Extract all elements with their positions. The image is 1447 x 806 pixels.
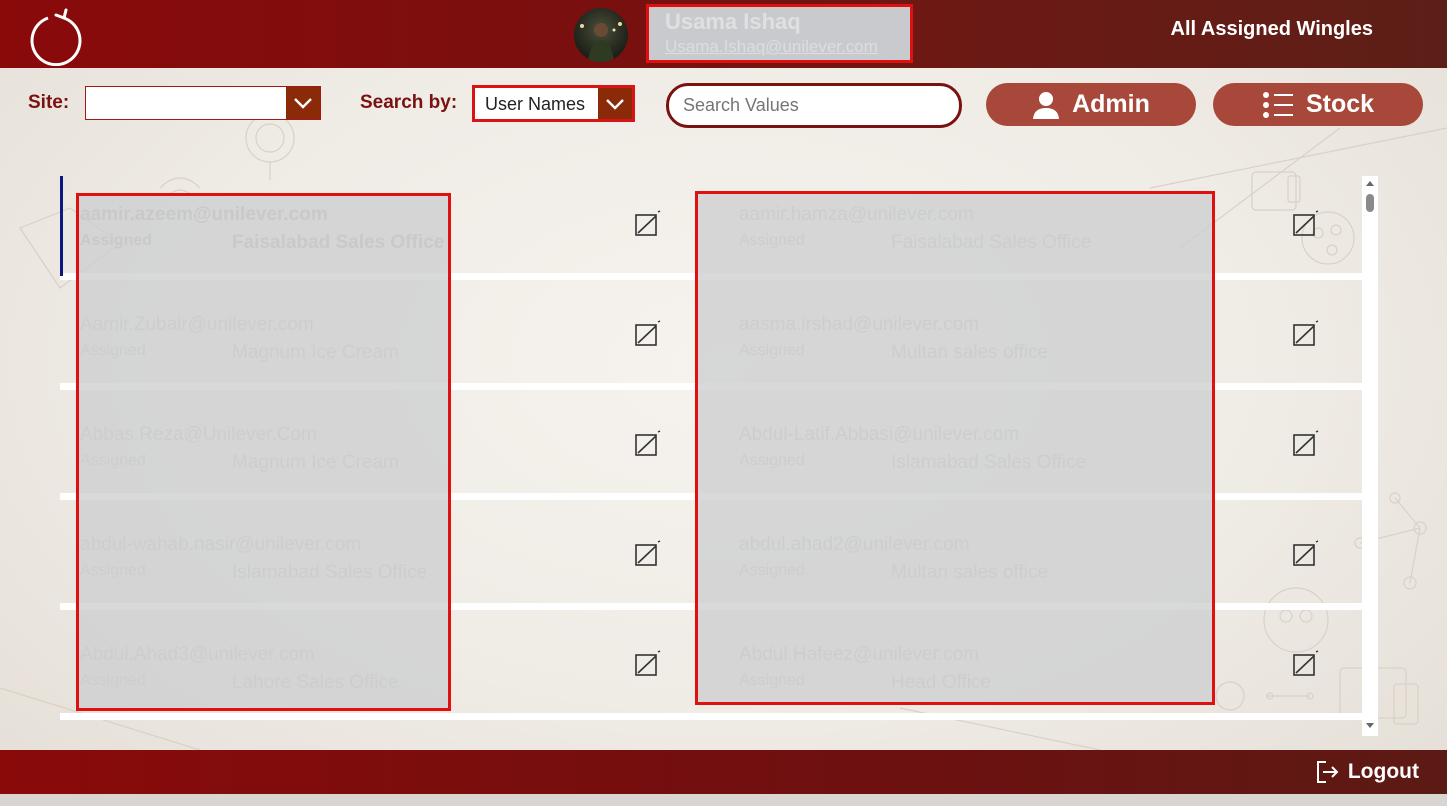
user-icon: [1033, 91, 1060, 119]
edit-icon[interactable]: [634, 430, 662, 458]
search-by-dropdown[interactable]: User Names: [472, 85, 635, 122]
site-label: Site:: [28, 92, 70, 113]
site-dropdown[interactable]: [85, 86, 321, 120]
assignment-status: Assigned: [80, 342, 146, 359]
chevron-down-icon[interactable]: [286, 87, 320, 119]
bottom-strip: [0, 794, 1447, 806]
logout-icon: [1316, 761, 1339, 783]
refresh-icon[interactable]: [26, 6, 86, 66]
logout-button[interactable]: Logout: [1314, 759, 1419, 785]
admin-button[interactable]: Admin: [986, 83, 1196, 126]
search-by-label: Search by:: [360, 92, 458, 113]
user-email-text: abdul-wahab.nasir@unilever.com: [80, 534, 362, 555]
office-name: Faisalabad Sales Office: [232, 232, 445, 253]
assignment-status: Assigned: [80, 672, 146, 689]
office-name: Islamabad Sales Office: [232, 562, 428, 583]
stock-button[interactable]: Stock: [1213, 83, 1423, 126]
user-email-text: aamir.hamza@unilever.com: [739, 204, 974, 225]
office-name: Multan sales office: [891, 342, 1049, 363]
user-email-text: aasma.irshad@unilever.com: [739, 314, 980, 335]
assignment-status: Assigned: [80, 452, 146, 469]
assignment-status: Assigned: [739, 452, 805, 469]
scroll-up-icon[interactable]: [1365, 179, 1375, 187]
office-name: Lahore Sales Office: [232, 672, 399, 693]
office-name: Magnum Ice Cream: [232, 342, 399, 363]
logout-label: Logout: [1347, 760, 1419, 783]
list-scrollbar[interactable]: [1362, 176, 1378, 736]
admin-button-label: Admin: [1072, 90, 1150, 118]
office-name: Head Office: [891, 672, 991, 693]
search-by-value: User Names: [485, 94, 586, 114]
app-window: Usama Ishaq Usama.Ishaq@unilever.com All…: [0, 0, 1447, 806]
edit-icon[interactable]: [1292, 650, 1320, 678]
scroll-down-icon[interactable]: [1365, 722, 1375, 730]
user-name: Usama Ishaq: [665, 9, 801, 34]
edit-icon[interactable]: [1292, 320, 1320, 348]
table-row[interactable]: abdul-wahab.nasir@unilever.com Assigned Is…: [60, 506, 1362, 610]
page-title: All Assigned Wingles: [1170, 18, 1373, 40]
edit-icon[interactable]: [634, 210, 662, 238]
office-name: Faisalabad Sales Office: [891, 232, 1092, 253]
assignment-status: Assigned: [739, 672, 805, 689]
edit-icon[interactable]: [634, 540, 662, 568]
user-email-text: aamir.azeem@unilever.com: [80, 204, 328, 225]
assignment-status: Assigned: [80, 562, 146, 579]
assignment-status: Assigned: [739, 342, 805, 359]
app-header: Usama Ishaq Usama.Ishaq@unilever.com All…: [0, 0, 1447, 68]
list-icon: [1262, 91, 1293, 118]
table-row[interactable]: Abdul.Ahad3@unilever.com Assigned Lahore S…: [60, 616, 1362, 720]
user-email: Usama.Ishaq@unilever.com: [665, 37, 878, 56]
user-email-text: Abdul.Hafeez@unilever.com: [739, 644, 980, 665]
user-email-text: abdul.ahad2@unilever.com: [739, 534, 970, 555]
assignment-status: Assigned: [80, 232, 153, 249]
stock-button-label: Stock: [1305, 90, 1375, 118]
search-input[interactable]: [666, 83, 962, 128]
table-row[interactable]: Abbas.Reza@Unilever.Com Assigned Magnum Ic…: [60, 396, 1362, 500]
table-row[interactable]: aamir.azeem@unilever.com Assigned Faisalab…: [60, 176, 1362, 280]
edit-icon[interactable]: [1292, 540, 1320, 568]
office-name: Magnum Ice Cream: [232, 452, 399, 473]
edit-icon[interactable]: [634, 650, 662, 678]
scroll-thumb[interactable]: [1366, 194, 1374, 212]
user-info-redacted: Usama Ishaq Usama.Ishaq@unilever.com: [646, 4, 913, 63]
user-email-text: Abdul.Ahad3@unilever.com: [80, 644, 315, 665]
user-email-text: Abdul-Latif.Abbasi@unilever.com: [739, 424, 1020, 445]
user-avatar: [574, 8, 628, 62]
edit-icon[interactable]: [634, 320, 662, 348]
table-row[interactable]: Aamir.Zubair@unilever.com Assigned Magnum …: [60, 286, 1362, 390]
user-email-text: Abbas.Reza@Unilever.Com: [80, 424, 317, 445]
assigned-wingles-list: aamir.azeem@unilever.com Assigned Faisalab…: [60, 176, 1366, 724]
chevron-down-icon[interactable]: [598, 88, 632, 119]
assignment-status: Assigned: [739, 232, 805, 249]
assignment-status: Assigned: [739, 562, 805, 579]
user-email-text: Aamir.Zubair@unilever.com: [80, 314, 314, 335]
office-name: Islamabad Sales Office: [891, 452, 1087, 473]
app-footer: Logout: [0, 750, 1447, 794]
edit-icon[interactable]: [1292, 430, 1320, 458]
edit-icon[interactable]: [1292, 210, 1320, 238]
office-name: Multan sales office: [891, 562, 1049, 583]
